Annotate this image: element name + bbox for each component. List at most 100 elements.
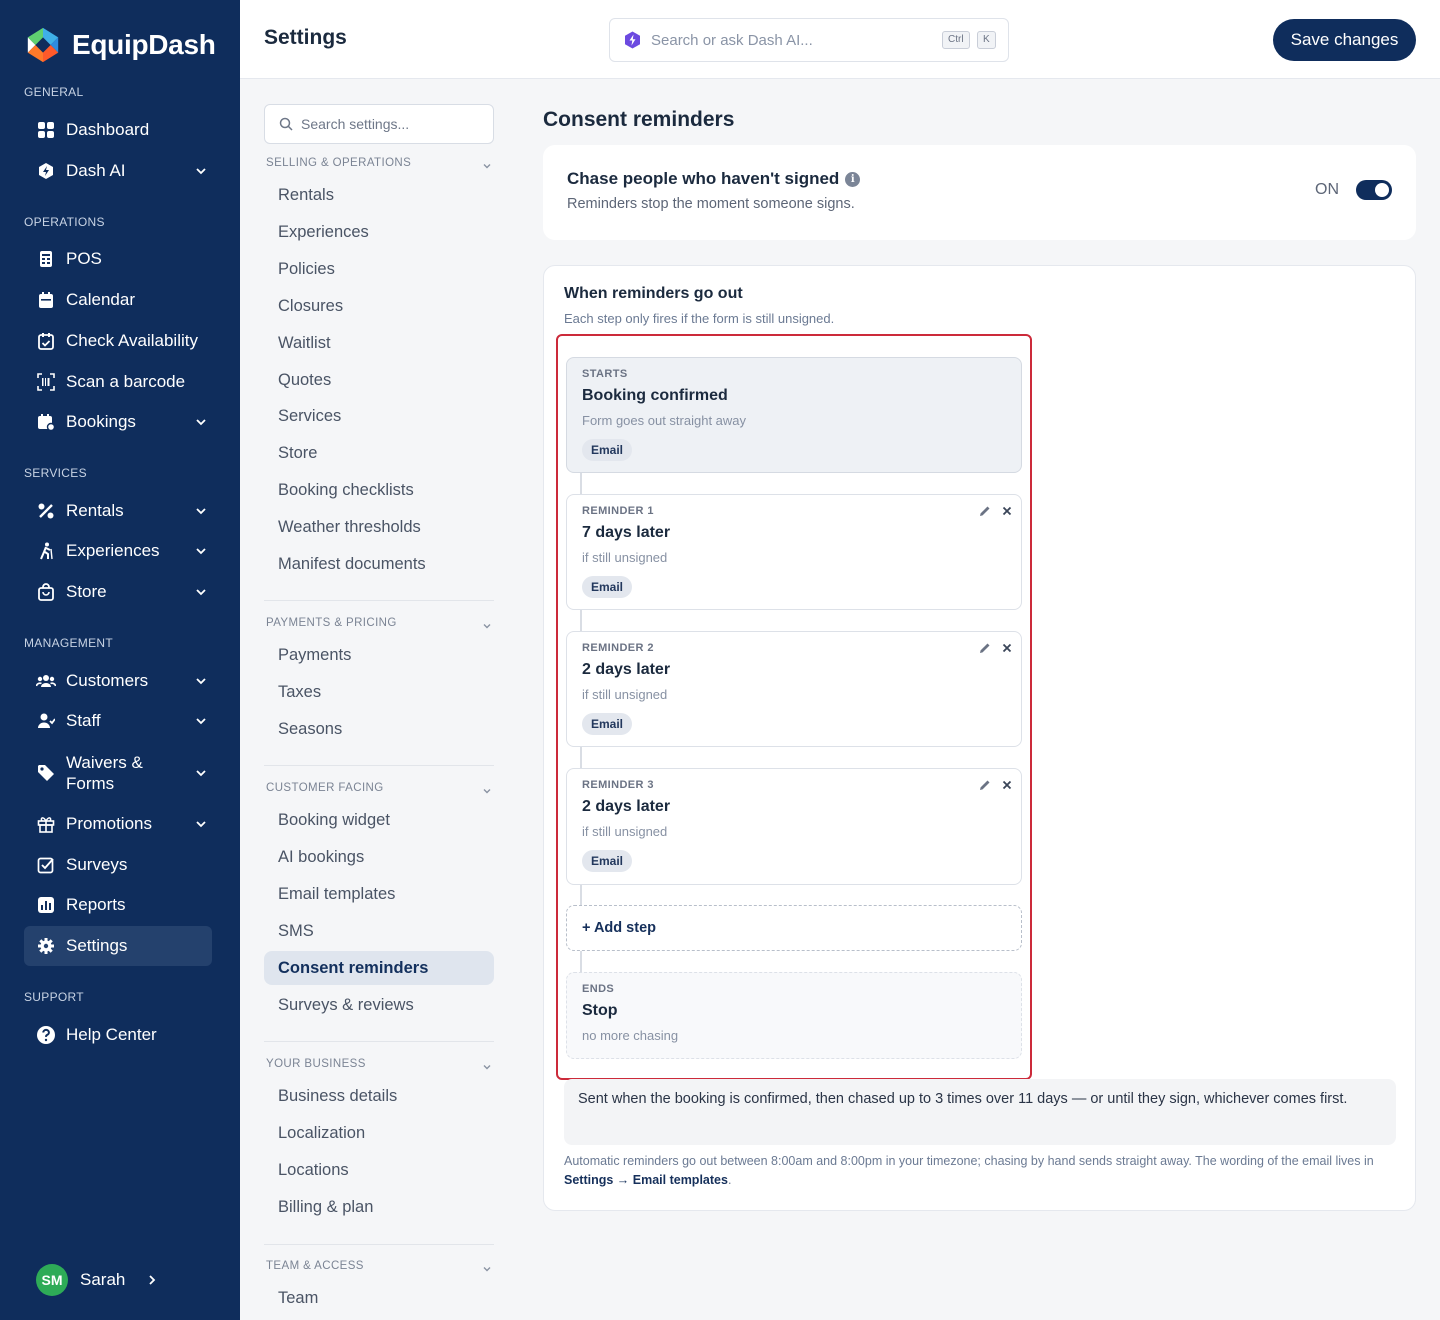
settings-item-payments[interactable]: Payments (264, 638, 494, 672)
settings-item-sms[interactable]: SMS (264, 914, 494, 948)
search-placeholder: Search or ask Dash AI... (651, 31, 813, 49)
chevron-down-icon[interactable] (482, 1264, 492, 1274)
edit-pencil-icon[interactable] (978, 504, 992, 518)
step-subtitle: Form goes out straight away (582, 413, 747, 428)
settings-item-ai-bookings[interactable]: AI bookings (264, 840, 494, 874)
kbd-k: K (977, 31, 996, 49)
settings-item-policies[interactable]: Policies (264, 252, 494, 286)
edit-pencil-icon[interactable] (978, 641, 992, 655)
settings-item-quotes[interactable]: Quotes (264, 363, 494, 397)
settings-group-team[interactable]: TEAM & ACCESS (266, 1260, 364, 1272)
nav-item-settings[interactable]: Settings (24, 926, 212, 966)
settings-item-closures[interactable]: Closures (264, 289, 494, 323)
nav-item-experiences[interactable]: Experiences (24, 531, 212, 571)
nav-item-store[interactable]: Store (24, 572, 212, 612)
settings-search-input[interactable]: Search settings... (264, 104, 494, 144)
nav-label: Settings (66, 936, 128, 955)
settings-item-email-templates[interactable]: Email templates (264, 877, 494, 911)
gift-icon (36, 814, 56, 834)
settings-item-localization[interactable]: Localization (264, 1116, 494, 1150)
top-bar: Settings Search or ask Dash AI... Ctrl K… (240, 0, 1440, 79)
add-step-button[interactable]: + Add step (566, 905, 1022, 951)
settings-item-services[interactable]: Services (264, 399, 494, 433)
settings-item-consent-reminders[interactable]: Consent reminders (264, 951, 494, 985)
settings-item-seasons[interactable]: Seasons (264, 712, 494, 746)
settings-item-experiences[interactable]: Experiences (264, 215, 494, 249)
chevron-down-icon[interactable] (482, 161, 492, 171)
nav-label: Waivers & Forms (66, 752, 143, 794)
nav-item-dashboard[interactable]: Dashboard (24, 110, 212, 150)
chevron-down-icon[interactable] (194, 415, 208, 429)
edit-pencil-icon[interactable] (978, 778, 992, 792)
flow-step-reminder: REMINDER 3 2 days later if still unsigne… (566, 768, 1022, 885)
settings-item-business-details[interactable]: Business details (264, 1079, 494, 1113)
settings-item-booking-checklists[interactable]: Booking checklists (264, 473, 494, 507)
nav-item-rentals[interactable]: Rentals (24, 491, 212, 531)
settings-group-divider (264, 1041, 494, 1042)
settings-item-rentals[interactable]: Rentals (264, 178, 494, 212)
nav-item-reports[interactable]: Reports (24, 885, 212, 925)
chevron-down-icon[interactable] (194, 504, 208, 518)
settings-item-store[interactable]: Store (264, 436, 494, 470)
step-subtitle: if still unsigned (582, 687, 668, 702)
settings-search-placeholder: Search settings... (301, 116, 410, 132)
settings-item-team[interactable]: Team (264, 1281, 494, 1315)
save-button[interactable]: Save changes (1273, 19, 1416, 61)
settings-group-divider (264, 1244, 494, 1245)
user-menu[interactable]: SM Sarah (36, 1264, 159, 1296)
settings-item-taxes[interactable]: Taxes (264, 675, 494, 709)
chase-toggle-switch[interactable] (1356, 180, 1392, 200)
close-icon[interactable] (1000, 504, 1014, 518)
chevron-down-icon[interactable] (194, 674, 208, 688)
settings-item-weather-thresholds[interactable]: Weather thresholds (264, 510, 494, 544)
dash-ai-icon (625, 31, 640, 49)
step-title: 7 days later (582, 524, 671, 541)
settings-item-locations[interactable]: Locations (264, 1153, 494, 1187)
settings-group-customer[interactable]: CUSTOMER FACING (266, 782, 384, 794)
info-icon[interactable]: i (845, 171, 861, 187)
gear-icon (36, 936, 56, 956)
global-search-input[interactable]: Search or ask Dash AI... Ctrl K (609, 18, 1009, 62)
close-icon[interactable] (1000, 778, 1014, 792)
chevron-down-icon[interactable] (194, 544, 208, 558)
settings-item-surveys-reviews[interactable]: Surveys & reviews (264, 988, 494, 1022)
email-templates-link[interactable]: Settings → Email templates (564, 1173, 728, 1187)
nav-label-line: Forms (66, 774, 115, 793)
nav-item-promotions[interactable]: Promotions (24, 804, 212, 844)
settings-item-billing-plan[interactable]: Billing & plan (264, 1190, 494, 1224)
toggle-state-label: ON (1315, 181, 1339, 198)
nav-item-surveys[interactable]: Surveys (24, 845, 212, 885)
close-icon[interactable] (1000, 641, 1014, 655)
brand-logo[interactable]: EquipDash (24, 26, 216, 64)
avatar: SM (36, 1264, 68, 1296)
nav-item-bookings[interactable]: Bookings (24, 402, 212, 442)
settings-group-business[interactable]: YOUR BUSINESS (266, 1058, 366, 1070)
nav-item-dash-ai[interactable]: Dash AI (24, 151, 212, 191)
nav-item-help-center[interactable]: Help Center (24, 1015, 212, 1055)
nav-item-pos[interactable]: POS (24, 239, 212, 279)
chevron-down-icon[interactable] (194, 766, 208, 780)
nav-item-waivers-forms[interactable]: Waivers & Forms (24, 749, 212, 797)
settings-item-booking-widget[interactable]: Booking widget (264, 803, 494, 837)
flow-connector (580, 609, 582, 631)
nav-item-customers[interactable]: Customers (24, 661, 212, 701)
chevron-down-icon[interactable] (482, 1062, 492, 1072)
settings-group-selling[interactable]: SELLING & OPERATIONS (266, 157, 411, 169)
chevron-down-icon[interactable] (482, 621, 492, 631)
settings-group-payments[interactable]: PAYMENTS & PRICING (266, 617, 397, 629)
nav-section-general: GENERAL (24, 85, 84, 99)
chevron-down-icon[interactable] (194, 817, 208, 831)
settings-item-waitlist[interactable]: Waitlist (264, 326, 494, 360)
step-subtitle: if still unsigned (582, 824, 668, 839)
nav-item-check-availability[interactable]: Check Availability (24, 321, 212, 361)
chevron-down-icon[interactable] (482, 786, 492, 796)
nav-item-calendar[interactable]: Calendar (24, 280, 212, 320)
hiker-icon (36, 541, 56, 561)
chevron-down-icon[interactable] (194, 714, 208, 728)
nav-item-scan-barcode[interactable]: Scan a barcode (24, 362, 212, 402)
chevron-down-icon[interactable] (194, 585, 208, 599)
chevron-down-icon[interactable] (194, 164, 208, 178)
flow-step-start: STARTS Booking confirmed Form goes out s… (566, 357, 1022, 473)
nav-item-staff[interactable]: Staff (24, 701, 212, 741)
settings-item-manifest-documents[interactable]: Manifest documents (264, 547, 494, 581)
